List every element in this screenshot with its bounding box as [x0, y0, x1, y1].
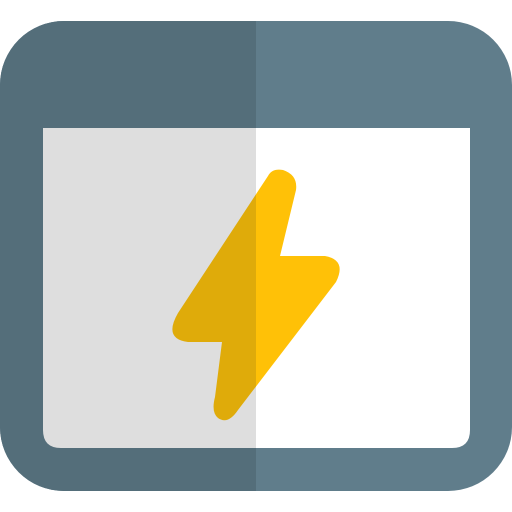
icon-svg	[0, 21, 512, 491]
browser-window-lightning-icon	[0, 0, 512, 512]
